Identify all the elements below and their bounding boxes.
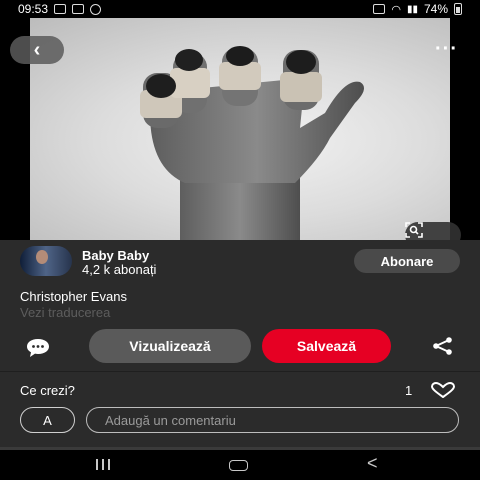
- mail-notification-icon: [72, 4, 85, 14]
- gallery-notification-icon: [54, 4, 67, 14]
- user-avatar[interactable]: A: [20, 407, 75, 433]
- battery-icon: [454, 3, 462, 15]
- visual-search-icon: [405, 222, 423, 238]
- system-navigation-bar: <: [0, 450, 480, 480]
- system-back-button[interactable]: <: [367, 453, 378, 474]
- more-options-icon: ···: [435, 38, 458, 60]
- comment-bubble-icon: [27, 339, 49, 357]
- save-button[interactable]: Salvează: [262, 329, 391, 363]
- comment-button[interactable]: [26, 338, 50, 363]
- subscriber-count: 4,2 k abonați: [82, 262, 157, 277]
- system-back-icon: <: [367, 453, 378, 473]
- more-options-button[interactable]: ···: [435, 39, 458, 59]
- channel-avatar[interactable]: [20, 246, 72, 276]
- pin-details-panel: Baby Baby 4,2 k abonați Abonare Christop…: [0, 240, 480, 450]
- signal-icon: ▮▮: [406, 3, 418, 15]
- divider: [0, 371, 480, 372]
- channel-name[interactable]: Baby Baby: [82, 248, 149, 263]
- recent-apps-button[interactable]: [96, 459, 110, 470]
- hand-photo-illustration: [140, 46, 364, 240]
- pin-title: Christopher Evans: [20, 289, 127, 304]
- see-translation-link[interactable]: Vezi traducerea: [20, 305, 110, 320]
- whatsapp-notification-icon: [90, 3, 102, 15]
- add-comment-input[interactable]: [86, 407, 459, 433]
- battery-percent: 74%: [423, 2, 448, 16]
- back-button[interactable]: ‹: [10, 36, 64, 64]
- like-button[interactable]: [430, 381, 456, 403]
- wifi-icon: ◠: [391, 3, 401, 16]
- heart-icon: [430, 381, 456, 399]
- like-count: 1: [405, 383, 413, 398]
- home-button[interactable]: [229, 460, 248, 471]
- back-arrow-icon: ‹: [33, 38, 41, 61]
- subscribe-button[interactable]: Abonare: [354, 249, 460, 273]
- status-time: 09:53: [18, 2, 49, 16]
- comments-prompt: Ce crezi?: [20, 383, 75, 398]
- view-button[interactable]: Vizualizează: [89, 329, 251, 363]
- status-bar: 09:53 ◠ ▮▮ 74%: [0, 0, 480, 18]
- pin-image[interactable]: ‹ ···: [0, 18, 480, 240]
- share-button[interactable]: [432, 337, 454, 360]
- visual-search-button[interactable]: [405, 222, 461, 240]
- share-icon: [433, 337, 452, 355]
- screenshot-icon: [373, 4, 386, 14]
